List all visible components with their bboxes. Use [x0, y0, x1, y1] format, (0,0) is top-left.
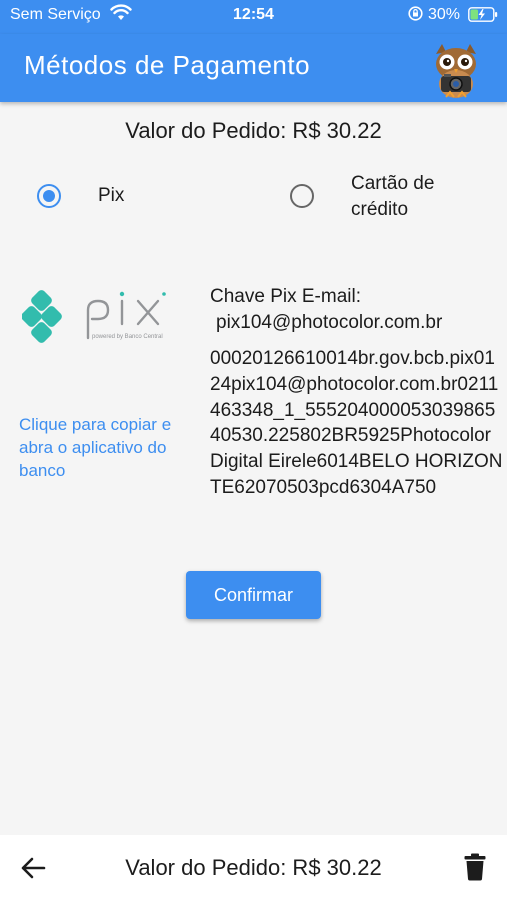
confirm-button[interactable]: Confirmar — [186, 571, 321, 619]
pix-radio-button[interactable] — [37, 184, 61, 208]
status-bar: Sem Serviço 12:54 30% — [0, 0, 507, 34]
pix-copy-paste-code[interactable]: 00020126610014br.gov.bcb.pix0124pix104@p… — [210, 346, 505, 501]
app-bar: Métodos de Pagamento — [0, 34, 507, 102]
owl-camera-mascot-icon[interactable] — [428, 40, 484, 100]
order-value-label: Valor do Pedido: R$ 30.22 — [125, 118, 382, 143]
pix-key-title: Chave Pix E-mail: — [210, 286, 361, 307]
bottom-total-label: Valor do Pedido: R$ 30.22 — [125, 855, 382, 880]
trash-icon[interactable] — [464, 853, 486, 881]
pix-option-label[interactable]: Pix — [98, 185, 124, 207]
credit-card-option-label[interactable]: Cartão de crédito — [351, 171, 471, 223]
orientation-lock-icon — [408, 6, 423, 21]
copy-hint-link[interactable]: Clique para copiar e abra o aplicativo d… — [19, 413, 199, 482]
pix-key-email: pix104@photocolor.com.br — [216, 312, 443, 333]
bottom-bar: Valor do Pedido: R$ 30.22 — [0, 835, 507, 900]
battery-charging-icon — [468, 7, 498, 22]
pix-logo-subtext: powered by Banco Central — [92, 334, 163, 340]
page-title: Métodos de Pagamento — [24, 50, 311, 80]
credit-card-radio-button[interactable] — [290, 184, 314, 208]
pix-logo: powered by Banco Central — [22, 290, 166, 343]
battery-percentage: 30% — [428, 6, 461, 23]
